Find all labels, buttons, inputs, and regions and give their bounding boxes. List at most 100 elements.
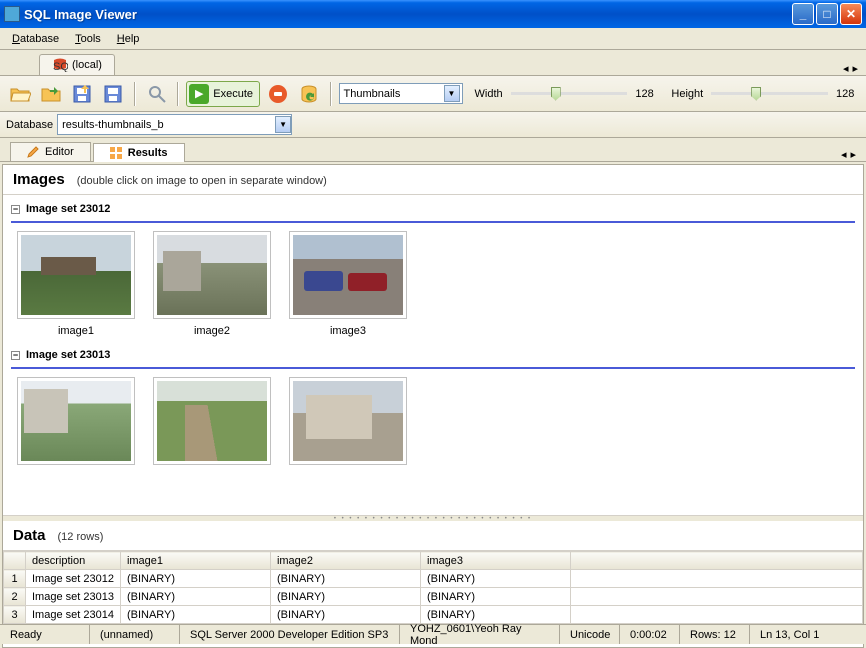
thumbnail-image[interactable] bbox=[153, 377, 271, 465]
column-header[interactable]: image2 bbox=[270, 552, 420, 570]
connection-tabs: SQL (local) ◂ ▸ bbox=[0, 50, 866, 76]
cell[interactable] bbox=[570, 570, 862, 588]
cell[interactable] bbox=[570, 606, 862, 624]
statusbar: Ready (unnamed) SQL Server 2000 Develope… bbox=[0, 624, 866, 644]
execute-button[interactable]: ▶ Execute bbox=[186, 81, 260, 107]
close-button[interactable]: ✕ bbox=[840, 3, 862, 25]
cell[interactable]: (BINARY) bbox=[270, 570, 420, 588]
search-button[interactable] bbox=[143, 80, 170, 108]
images-panel: −Image set 23012image1image2image3−Image… bbox=[3, 195, 863, 515]
cell[interactable]: Image set 23012 bbox=[26, 570, 121, 588]
cell[interactable]: Image set 23013 bbox=[26, 588, 121, 606]
image-set-name: Image set 23013 bbox=[26, 349, 110, 361]
cell[interactable]: (BINARY) bbox=[120, 606, 270, 624]
thumbnail: image2 bbox=[153, 231, 271, 337]
save-button[interactable] bbox=[69, 80, 96, 108]
connection-tab-nav: ◂ ▸ bbox=[843, 62, 862, 75]
database-label: Database bbox=[6, 119, 53, 131]
row-number[interactable]: 1 bbox=[4, 570, 26, 588]
cell[interactable]: (BINARY) bbox=[270, 606, 420, 624]
open-file-button[interactable] bbox=[6, 80, 33, 108]
column-header[interactable] bbox=[570, 552, 862, 570]
cell[interactable]: Image set 23014 bbox=[26, 606, 121, 624]
table-row[interactable]: 1Image set 23012(BINARY)(BINARY)(BINARY) bbox=[4, 570, 863, 588]
thumbnail bbox=[153, 377, 271, 471]
slider-thumb[interactable] bbox=[551, 87, 561, 101]
tab-editor[interactable]: Editor bbox=[10, 142, 91, 161]
collapse-toggle-icon[interactable]: − bbox=[11, 205, 20, 214]
data-title: Data bbox=[13, 527, 46, 544]
thumbnail-image[interactable] bbox=[153, 231, 271, 319]
combo-dropdown-icon[interactable]: ▼ bbox=[444, 85, 460, 102]
menubar: Database Tools Help bbox=[0, 28, 866, 50]
status-ready: Ready bbox=[0, 625, 90, 644]
view-mode-combo[interactable]: Thumbnails ▼ bbox=[339, 83, 463, 104]
collapse-toggle-icon[interactable]: − bbox=[11, 351, 20, 360]
refresh-button[interactable] bbox=[295, 80, 322, 108]
connection-tab-local[interactable]: SQL (local) bbox=[39, 54, 115, 75]
cell[interactable] bbox=[570, 588, 862, 606]
magnifier-icon bbox=[146, 83, 168, 105]
status-server: SQL Server 2000 Developer Edition SP3 bbox=[180, 625, 400, 644]
tab-nav-prev-icon[interactable]: ◂ bbox=[843, 62, 849, 75]
database-combo[interactable]: ▼ bbox=[57, 114, 292, 135]
menu-help[interactable]: Help bbox=[109, 31, 148, 47]
grid-icon bbox=[110, 147, 122, 159]
thumbnail-image[interactable] bbox=[17, 377, 135, 465]
column-header[interactable]: image3 bbox=[420, 552, 570, 570]
tab-results[interactable]: Results bbox=[93, 143, 185, 162]
tab-nav-next-icon[interactable]: ▸ bbox=[850, 148, 856, 161]
maximize-button[interactable]: □ bbox=[816, 3, 838, 25]
tab-nav-next-icon[interactable]: ▸ bbox=[852, 62, 858, 75]
toolbar-separator bbox=[177, 82, 179, 106]
width-slider[interactable] bbox=[511, 84, 628, 104]
minimize-button[interactable]: _ bbox=[792, 3, 814, 25]
view-mode-value: Thumbnails bbox=[344, 88, 444, 100]
svg-text:SQL: SQL bbox=[53, 61, 68, 72]
height-label: Height bbox=[671, 88, 703, 100]
column-header[interactable] bbox=[4, 552, 26, 570]
cell[interactable]: (BINARY) bbox=[120, 588, 270, 606]
cell[interactable]: (BINARY) bbox=[270, 588, 420, 606]
thumbnail-image[interactable] bbox=[17, 231, 135, 319]
thumbnail-image[interactable] bbox=[289, 377, 407, 465]
column-header[interactable]: image1 bbox=[120, 552, 270, 570]
height-slider[interactable] bbox=[711, 84, 828, 104]
status-unnamed: (unnamed) bbox=[90, 625, 180, 644]
open-folder-button[interactable] bbox=[37, 80, 64, 108]
combo-dropdown-icon[interactable]: ▼ bbox=[275, 116, 291, 133]
save-disk-button[interactable] bbox=[100, 80, 127, 108]
result-tabs: Editor Results ◂ ▸ bbox=[0, 138, 866, 162]
mssql-icon: SQL bbox=[52, 58, 68, 72]
tab-results-label: Results bbox=[128, 147, 168, 159]
data-hint: (12 rows) bbox=[58, 531, 104, 543]
column-header[interactable]: description bbox=[26, 552, 121, 570]
row-number[interactable]: 2 bbox=[4, 588, 26, 606]
slider-thumb[interactable] bbox=[751, 87, 761, 101]
connection-tab-label: (local) bbox=[72, 59, 102, 71]
cell[interactable]: (BINARY) bbox=[120, 570, 270, 588]
status-pos: Ln 13, Col 1 bbox=[750, 625, 866, 644]
images-hint: (double click on image to open in separa… bbox=[77, 175, 327, 187]
window-title: SQL Image Viewer bbox=[24, 7, 792, 22]
status-encoding: Unicode bbox=[560, 625, 620, 644]
pencil-icon bbox=[27, 146, 39, 158]
table-row[interactable]: 3Image set 23014(BINARY)(BINARY)(BINARY) bbox=[4, 606, 863, 624]
row-number[interactable]: 3 bbox=[4, 606, 26, 624]
database-combo-input[interactable] bbox=[58, 119, 275, 131]
menu-tools[interactable]: Tools bbox=[67, 31, 109, 47]
thumb-row bbox=[11, 377, 855, 471]
thumbnail-image[interactable] bbox=[289, 231, 407, 319]
stop-button[interactable] bbox=[264, 80, 291, 108]
thumb-row: image1image2image3 bbox=[11, 231, 855, 337]
images-title: Images bbox=[13, 171, 65, 188]
thumbnail bbox=[17, 377, 135, 471]
table-row[interactable]: 2Image set 23013(BINARY)(BINARY)(BINARY) bbox=[4, 588, 863, 606]
cell[interactable]: (BINARY) bbox=[420, 570, 570, 588]
tab-nav-prev-icon[interactable]: ◂ bbox=[841, 148, 847, 161]
status-user: YOHZ_0601\Yeoh Ray Mond bbox=[400, 625, 560, 644]
height-value: 128 bbox=[836, 88, 860, 100]
cell[interactable]: (BINARY) bbox=[420, 588, 570, 606]
menu-database[interactable]: Database bbox=[4, 31, 67, 47]
cell[interactable]: (BINARY) bbox=[420, 606, 570, 624]
